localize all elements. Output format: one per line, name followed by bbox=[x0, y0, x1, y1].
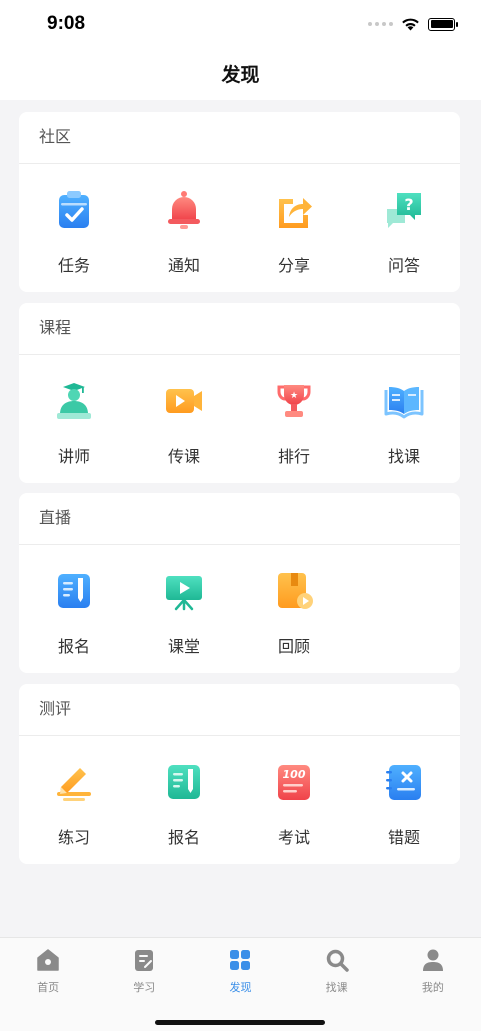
section-live: 直播 报名 课堂 回顾 bbox=[19, 493, 460, 673]
section-assessment: 测评 练习 报名 100 考试 错题 bbox=[19, 684, 460, 864]
grid-item-live-class[interactable]: 课堂 bbox=[129, 568, 239, 657]
tab-discover[interactable]: 发现 bbox=[192, 938, 288, 1002]
grid-label: 讲师 bbox=[57, 447, 90, 466]
grid-item-upload-course[interactable]: 传课 bbox=[129, 378, 239, 467]
tab-label: 发现 bbox=[229, 981, 252, 994]
classroom-screen-icon bbox=[166, 576, 202, 611]
video-camera-icon bbox=[166, 389, 202, 413]
section-title: 社区 bbox=[19, 112, 460, 164]
grid-label: 传课 bbox=[167, 447, 200, 466]
section-community: 社区 任务 通知 分享 ? 问答 bbox=[19, 112, 460, 292]
open-book-icon bbox=[384, 387, 424, 419]
grid-label: 问答 bbox=[387, 256, 420, 275]
battery-icon bbox=[428, 17, 458, 31]
signup-doc-icon bbox=[58, 574, 90, 608]
trophy-icon: ★ bbox=[277, 385, 311, 417]
svg-text:★: ★ bbox=[290, 391, 298, 401]
grid-label: 考试 bbox=[277, 828, 310, 847]
tab-home[interactable]: 首页 bbox=[0, 938, 96, 1002]
grid-item-exam-signup[interactable]: 报名 bbox=[129, 759, 239, 848]
grid-label: 回顾 bbox=[277, 637, 310, 656]
status-time: 9:08 bbox=[47, 13, 86, 34]
grid-item-live-signup[interactable]: 报名 bbox=[19, 568, 129, 657]
tab-label: 找课 bbox=[325, 981, 348, 994]
tab-mine[interactable]: 我的 bbox=[385, 938, 481, 1002]
svg-text:?: ? bbox=[404, 195, 413, 214]
tab-study[interactable]: 学习 bbox=[96, 938, 192, 1002]
tab-label: 我的 bbox=[421, 981, 444, 994]
task-clipboard-icon bbox=[59, 191, 89, 228]
tab-label: 学习 bbox=[133, 981, 156, 994]
page-title: 发现 bbox=[221, 64, 260, 86]
pencil-practice-icon bbox=[57, 768, 91, 801]
grid-item-qa[interactable]: ? 问答 bbox=[349, 187, 459, 276]
user-icon bbox=[422, 949, 443, 971]
grid-item-notice[interactable]: 通知 bbox=[129, 187, 239, 276]
grid-item-share[interactable]: 分享 bbox=[239, 187, 349, 276]
bell-icon bbox=[168, 191, 200, 229]
grid-label: 通知 bbox=[167, 256, 200, 275]
home-icon bbox=[37, 949, 59, 971]
qa-chat-icon: ? bbox=[387, 193, 421, 228]
exam-100-icon: 100 bbox=[278, 765, 310, 800]
share-icon bbox=[279, 198, 312, 228]
section-title: 直播 bbox=[19, 493, 460, 545]
status-icons bbox=[368, 17, 458, 31]
grid-item-task[interactable]: 任务 bbox=[19, 187, 129, 276]
wrong-question-icon bbox=[386, 765, 421, 800]
grid-item-wrong-questions[interactable]: 错题 bbox=[349, 759, 459, 848]
status-bar: 9:08 bbox=[0, 0, 481, 52]
grid-item-live-review[interactable]: 回顾 bbox=[239, 568, 349, 657]
grid-item-exam[interactable]: 100 考试 bbox=[239, 759, 349, 848]
signal-icon bbox=[368, 22, 393, 26]
search-icon bbox=[326, 949, 349, 972]
signup-pen-icon bbox=[168, 765, 200, 799]
grid-label: 分享 bbox=[277, 256, 310, 275]
section-title: 测评 bbox=[19, 684, 460, 736]
grid-label: 练习 bbox=[57, 828, 90, 847]
grid-item-practice[interactable]: 练习 bbox=[19, 759, 129, 848]
study-doc-icon bbox=[135, 950, 154, 971]
tab-bar: 首页 学习 发现 找课 我的 bbox=[0, 937, 481, 1031]
grid-label: 报名 bbox=[167, 828, 200, 847]
svg-text:100: 100 bbox=[283, 768, 306, 781]
grid-item-find-course[interactable]: 找课 bbox=[349, 378, 459, 467]
nav-bar: 发现 bbox=[0, 52, 481, 100]
tab-find-course[interactable]: 找课 bbox=[289, 938, 385, 1002]
section-course: 课程 讲师 传课 ★ 排行 找课 bbox=[19, 303, 460, 483]
grid-label: 排行 bbox=[277, 447, 310, 466]
grid-label: 课堂 bbox=[167, 637, 200, 656]
grid-label: 报名 bbox=[57, 637, 90, 656]
grid-label: 任务 bbox=[57, 256, 90, 275]
replay-book-icon bbox=[278, 573, 313, 609]
grid-item-teacher[interactable]: 讲师 bbox=[19, 378, 129, 467]
grid-label: 错题 bbox=[387, 828, 420, 847]
teacher-icon bbox=[57, 383, 91, 419]
tab-label: 首页 bbox=[37, 981, 60, 994]
discover-grid-icon bbox=[230, 950, 251, 970]
section-title: 课程 bbox=[19, 303, 460, 355]
home-indicator bbox=[155, 1020, 325, 1025]
grid-label: 找课 bbox=[387, 447, 420, 466]
wifi-icon bbox=[402, 18, 419, 31]
grid-item-ranking[interactable]: ★ 排行 bbox=[239, 378, 349, 467]
